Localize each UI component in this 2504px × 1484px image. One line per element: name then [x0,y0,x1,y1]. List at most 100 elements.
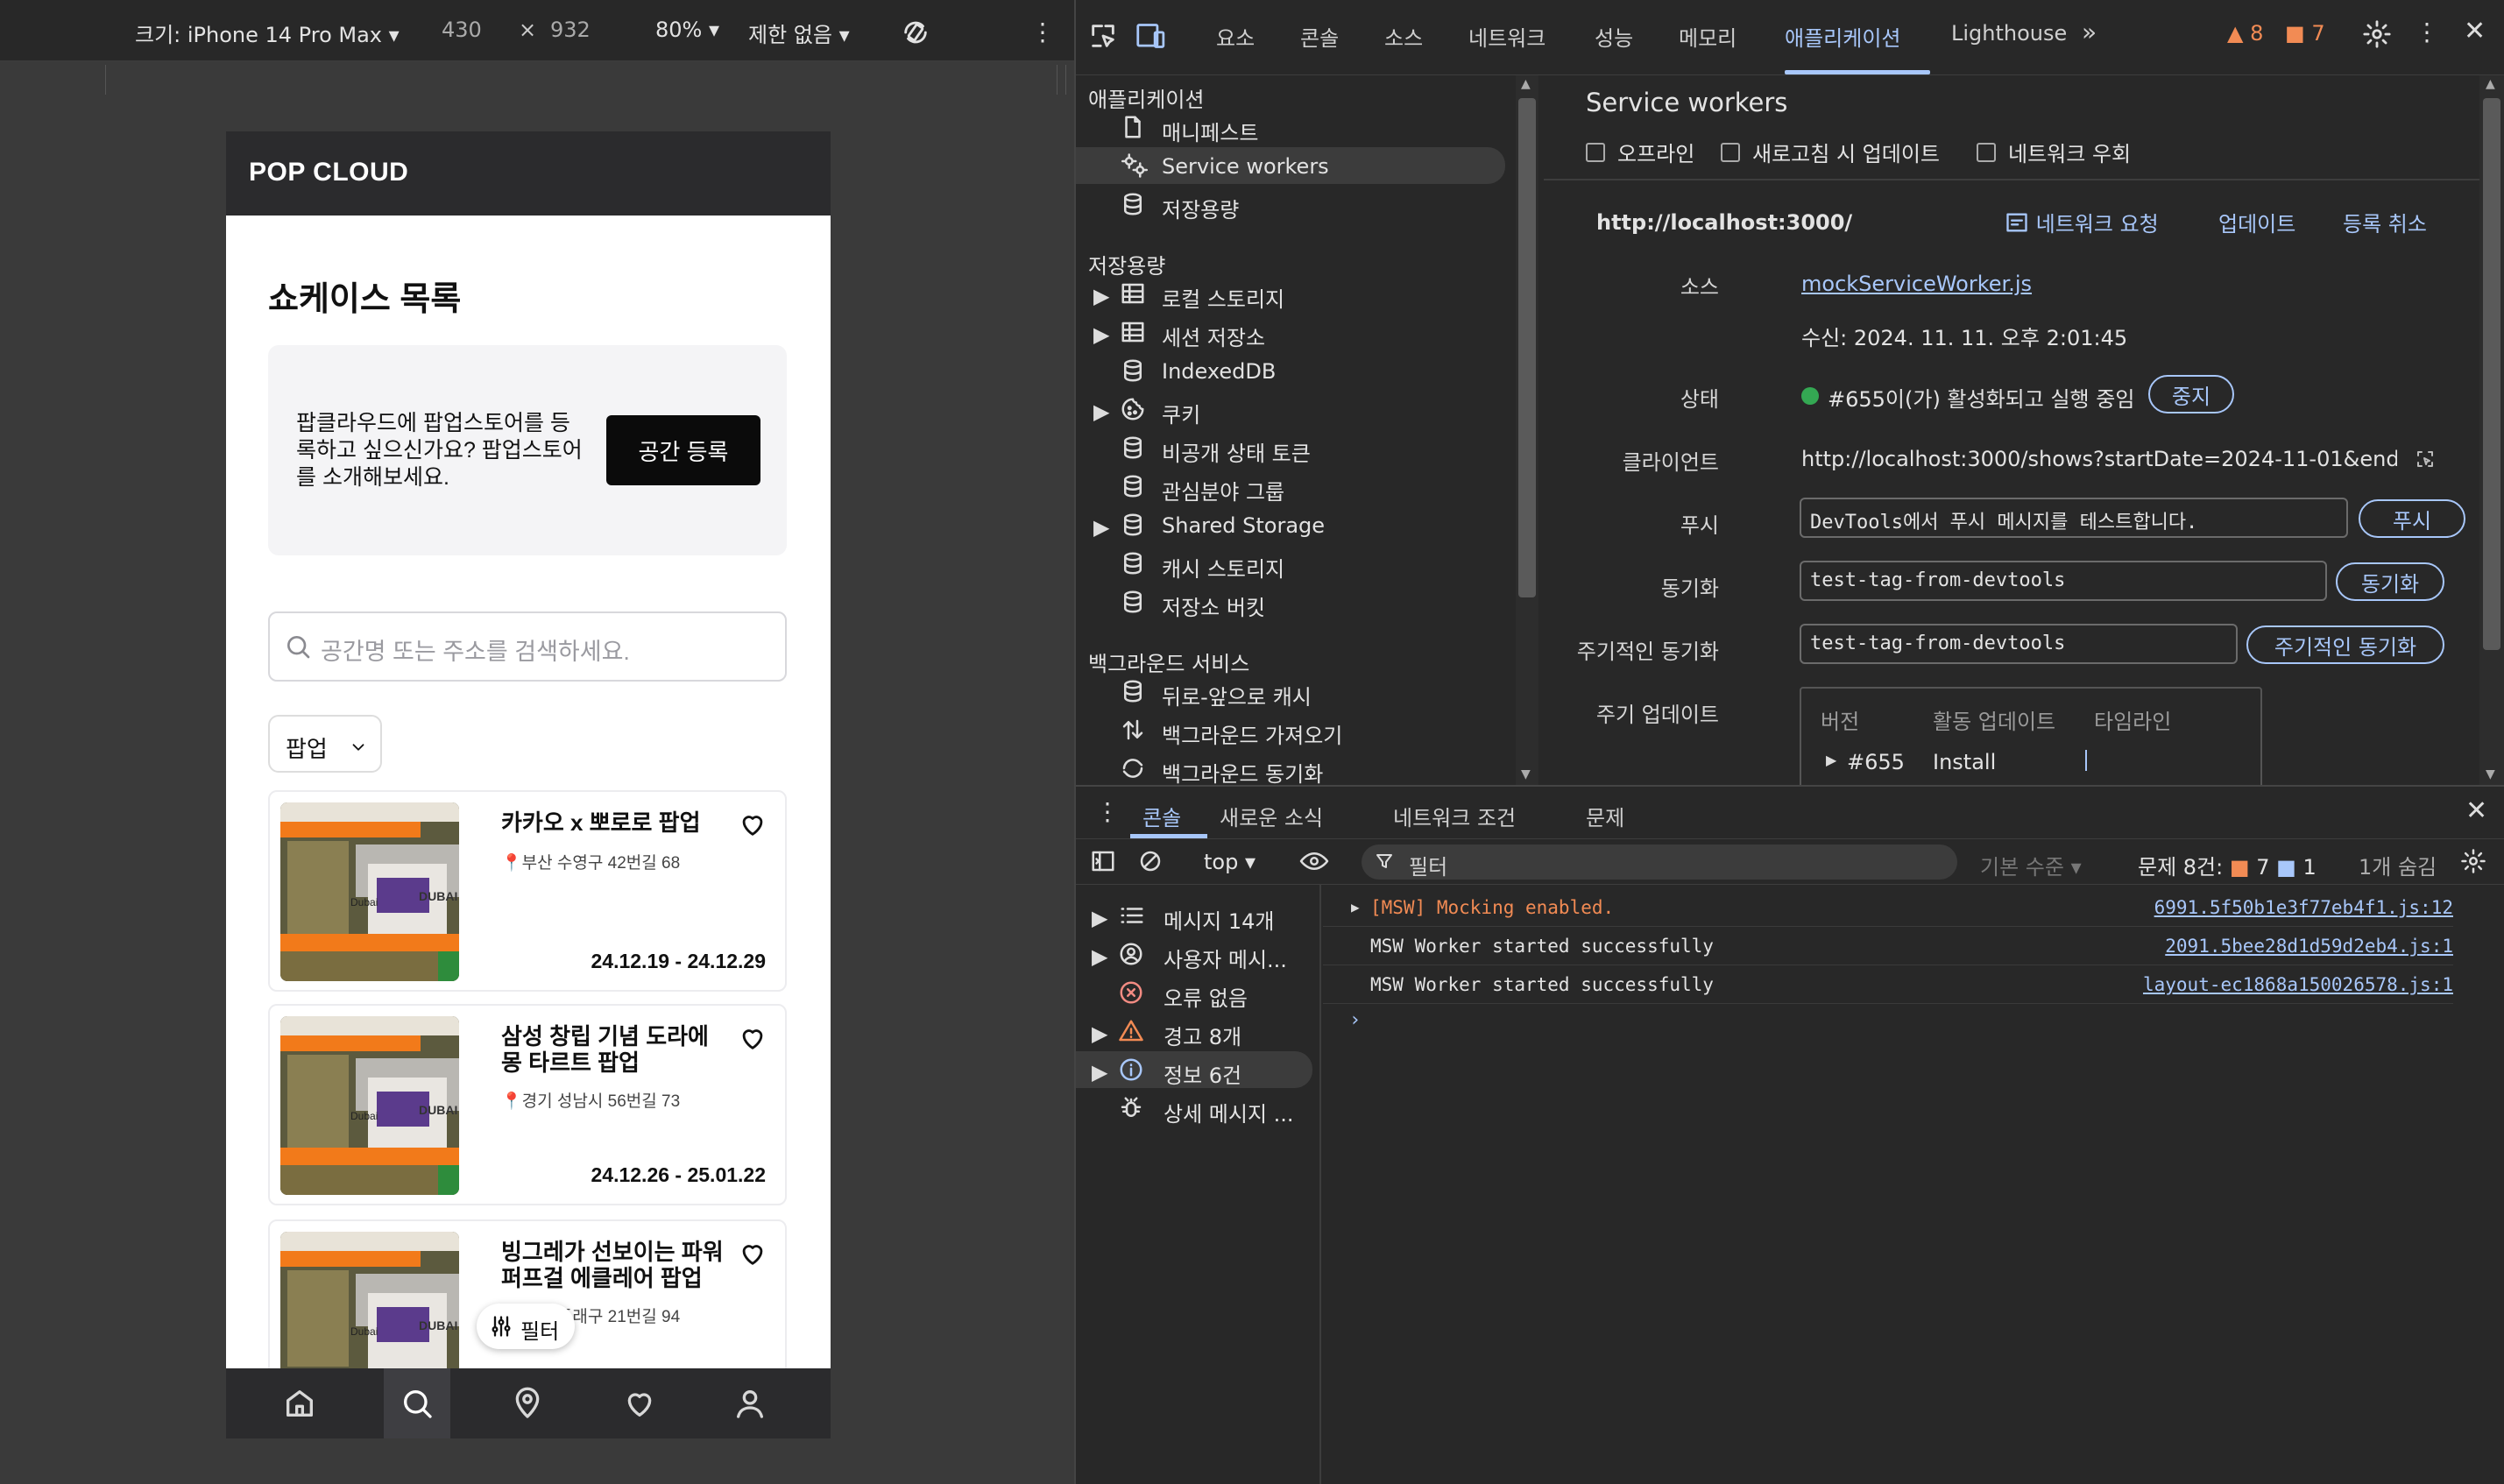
scroll-up-icon[interactable]: ▲ [2486,77,2495,91]
sidebar-item-indexeddb[interactable]: IndexedDB [1076,352,1503,389]
showcase-card[interactable]: DUBAI Dubai 삼성 창립 기념 도라에몽 타르트 팝업 📍경기 성남시… [268,1004,787,1205]
sidebar-item-bfcache[interactable]: 뒤로-앞으로 캐시 [1076,673,1503,710]
sidebar-item-manifest[interactable]: 매니페스트 [1076,109,1503,145]
close-icon[interactable]: ✕ [2465,795,2487,826]
heart-icon[interactable] [738,1239,767,1268]
expand-arrow-icon[interactable]: ▶ [1092,1060,1107,1085]
issues-badge[interactable]: ■ 7 [2285,21,2325,46]
checkbox-box[interactable] [1721,142,1740,162]
console-filter-warnings[interactable]: ▶ 경고 8개 [1076,1013,1312,1049]
expand-arrow-icon[interactable]: ▶ [1092,944,1107,969]
expand-arrow-icon[interactable]: ▶ [1093,515,1109,540]
drawer-menu-icon[interactable]: ⋮ [1095,797,1120,826]
sidebar-item-cookies[interactable]: ▶ 쿠키 [1076,391,1503,428]
update-link[interactable]: 업데이트 [2218,207,2295,237]
console-message-source[interactable]: 6991.5f50b1e3f77eb4f1.js:12 [2154,897,2453,918]
sidebar-item-private-state-tokens[interactable]: 비공개 상태 토큰 [1076,429,1503,466]
stop-button[interactable]: 중지 [2148,375,2234,413]
sidebar-item-storage[interactable]: 저장용량 [1076,186,1503,223]
nav-profile[interactable] [717,1368,783,1438]
log-level-dropdown[interactable]: 기본 수준 ▾ [1980,850,2082,880]
sidebar-item-background-fetch[interactable]: 백그라운드 가져오기 [1076,711,1503,748]
sw-pane-scrollbar[interactable]: ▲ ▼ [2479,75,2504,785]
periodic-sync-button[interactable]: 주기적인 동기화 [2246,625,2444,664]
bypass-network-checkbox[interactable]: 네트워크 우회 [1977,137,2131,167]
unregister-link[interactable]: 등록 취소 [2343,207,2427,237]
offline-checkbox[interactable]: 오프라인 [1586,137,1694,167]
tab-console[interactable]: 콘솔 [1300,21,1339,52]
console-filter-user-messages[interactable]: ▶ 사용자 메시... [1076,936,1312,972]
console-filter-messages[interactable]: ▶ 메시지 14개 [1076,897,1312,934]
expand-arrow-icon[interactable]: ▶ [1351,899,1360,915]
sync-input[interactable]: test-tag-from-devtools [1800,561,2327,601]
drawer-tab-whats-new[interactable]: 새로운 소식 [1220,801,1323,831]
console-filter-input[interactable]: 필터 [1362,844,1957,880]
sidebar-item-storage-buckets[interactable]: 저장소 버킷 [1076,583,1503,620]
sync-button[interactable]: 동기화 [2336,562,2444,601]
console-filter-verbose[interactable]: 상세 메시지 ... [1076,1090,1312,1127]
tab-memory[interactable]: 메모리 [1679,21,1737,52]
console-message-source[interactable]: layout-ec1868a150026578.js:1 [2143,974,2453,995]
showcase-card[interactable]: DUBAI Dubai 빙그레가 선보이는 파워 퍼프걸 에클레어 팝업 📍부산… [268,1219,787,1386]
heart-icon[interactable] [738,809,767,839]
tab-performance[interactable]: 성능 [1595,21,1633,52]
expand-arrow-icon[interactable]: ▶ [1092,906,1107,930]
console-message[interactable]: MSW Worker started successfully 2091.5be… [1323,927,2453,965]
console-filter-info[interactable]: ▶ 정보 6건 [1076,1051,1312,1088]
scrollbar-thumb[interactable] [2483,98,2500,650]
zoom-dropdown[interactable]: 80% ▾ [655,18,719,42]
checkbox-box[interactable] [1586,142,1605,162]
scroll-down-icon[interactable]: ▼ [2486,767,2495,781]
sidebar-item-background-sync[interactable]: 백그라운드 동기화 [1076,750,1503,785]
update-on-reload-checkbox[interactable]: 새로고침 시 업데이트 [1721,137,1940,167]
eye-icon[interactable] [1298,848,1330,874]
expand-arrow-icon[interactable]: ▶ [1092,1021,1107,1046]
device-size-dropdown[interactable]: 크기: iPhone 14 Pro Max ▾ [135,18,400,48]
nav-search[interactable] [384,1368,450,1438]
nav-home[interactable] [266,1368,333,1438]
throttle-dropdown[interactable]: 제한 없음 ▾ [748,18,850,48]
more-tabs-icon[interactable]: » [2082,18,2097,46]
heart-icon[interactable] [738,1023,767,1053]
gear-icon[interactable] [2362,19,2392,49]
scrollbar-thumb[interactable] [1518,98,1536,597]
scroll-up-icon[interactable]: ▲ [1521,77,1531,91]
device-width-input[interactable]: 430 [442,18,482,42]
scroll-down-icon[interactable]: ▼ [1521,767,1531,781]
console-prompt-icon[interactable]: › [1349,1009,1361,1031]
clear-console-icon[interactable] [1137,848,1164,874]
more-options-icon[interactable]: ⋮ [1030,18,1055,46]
sidebar-item-local-storage[interactable]: ▶ 로컬 스토리지 [1076,275,1503,312]
sidebar-toggle-icon[interactable] [1090,848,1116,874]
console-settings-icon[interactable] [2460,848,2486,874]
console-message[interactable]: MSW Worker started successfully layout-e… [1323,965,2453,1004]
filter-button[interactable]: 필터 [477,1304,575,1349]
sidebar-item-shared-storage[interactable]: ▶ Shared Storage [1076,506,1503,543]
push-button[interactable]: 푸시 [2359,499,2465,538]
register-space-button[interactable]: 공간 등록 [606,415,760,485]
app-logo[interactable]: POP CLOUD [249,158,408,187]
console-message[interactable]: ▶ [MSW] Mocking enabled. 6991.5f50b1e3f7… [1323,888,2453,927]
search-input[interactable]: 공간명 또는 주소를 검색하세요. [268,611,787,682]
showcase-card[interactable]: DUBAI Dubai 카카오 x 뽀로로 팝업 📍부산 수영구 42번길 68… [268,790,787,992]
drawer-tab-network-conditions[interactable]: 네트워크 조건 [1393,801,1516,831]
tab-application[interactable]: 애플리케이션 [1785,21,1900,52]
expand-arrow-icon[interactable]: ▶ [1826,752,1836,768]
expand-arrow-icon[interactable]: ▶ [1093,399,1109,424]
push-input[interactable]: DevTools에서 푸시 메시지를 테스트합니다. [1800,498,2348,538]
sidebar-item-cache-storage[interactable]: 캐시 스토리지 [1076,545,1503,582]
source-file-link[interactable]: mockServiceWorker.js [1801,272,2032,296]
console-filter-errors[interactable]: 오류 없음 [1076,974,1312,1011]
periodic-sync-input[interactable]: test-tag-from-devtools [1800,624,2238,664]
checkbox-box[interactable] [1977,142,1996,162]
tab-elements[interactable]: 요소 [1216,21,1255,52]
close-icon[interactable]: ✕ [2464,16,2486,46]
tab-lighthouse[interactable]: Lighthouse [1951,21,2067,46]
device-toolbar-toggle-icon[interactable] [1135,21,1167,51]
sidebar-item-service-workers[interactable]: Service workers [1076,147,1505,184]
category-dropdown[interactable]: 팝업 [268,715,382,773]
drawer-tab-console[interactable]: 콘솔 [1142,801,1181,831]
nav-favorites[interactable] [606,1368,673,1438]
sidebar-scrollbar[interactable]: ▲ ▼ [1516,75,1538,785]
sidebar-item-session-storage[interactable]: ▶ 세션 저장소 [1076,314,1503,350]
